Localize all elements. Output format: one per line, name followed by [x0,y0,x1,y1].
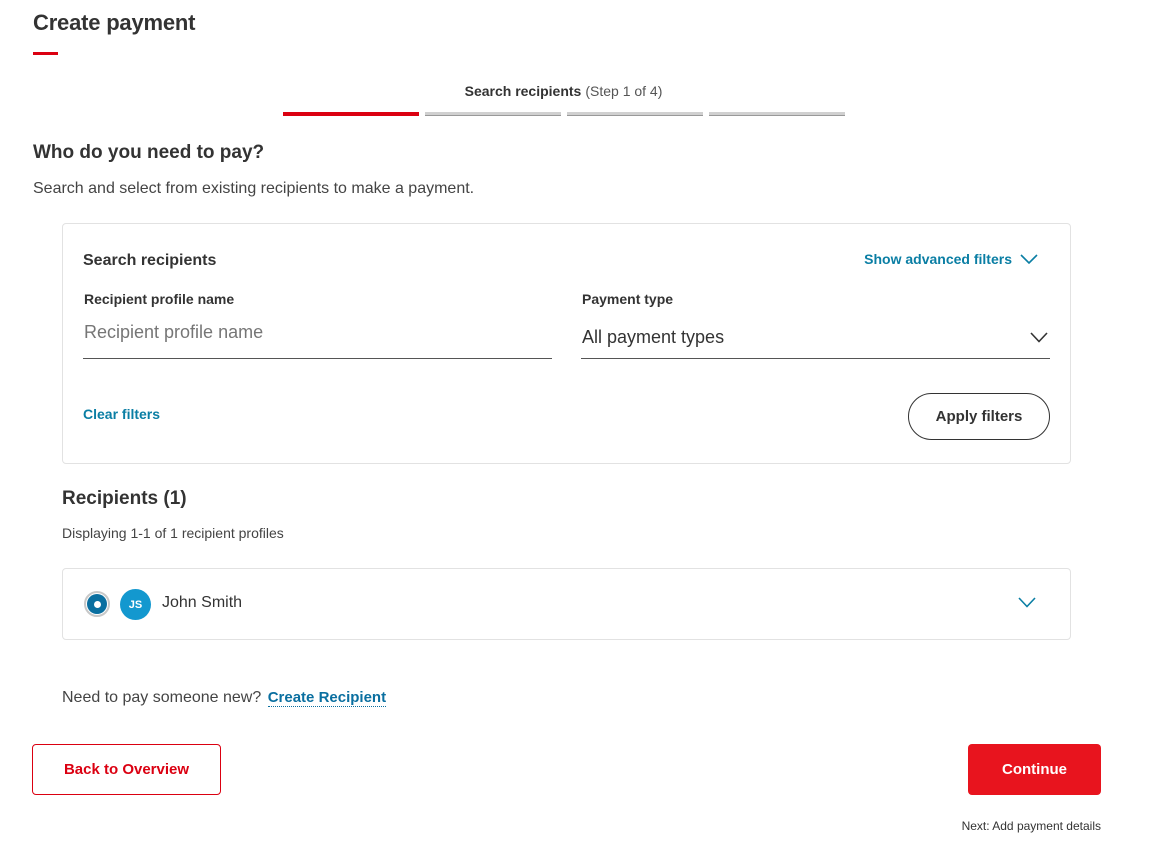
pay-new-text: Need to pay someone new? [62,689,262,706]
recipients-heading: Recipients (1) [62,488,187,509]
search-filter-card: Search recipients Show advanced filters … [62,223,1071,464]
pay-new-prompt: Need to pay someone new? Create Recipien… [62,689,387,707]
recipient-name-label: Recipient profile name [84,291,235,307]
next-step-hint: Next: Add payment details [961,819,1101,833]
continue-button[interactable]: Continue [968,744,1101,795]
payment-type-value: All payment types [582,326,725,347]
page-title: Create payment [33,10,196,35]
recipient-name-input[interactable] [83,316,552,359]
back-to-overview-button[interactable]: Back to Overview [32,744,221,795]
stepper-segment-2 [425,112,561,116]
avatar: JS [120,589,151,620]
radio-dot [93,600,101,608]
chevron-down-icon[interactable] [1018,597,1036,608]
recipients-count-text: Displaying 1-1 of 1 recipient profiles [62,525,284,541]
section-heading: Who do you need to pay? [33,142,265,163]
show-advanced-filters-link[interactable]: Show advanced filters [864,251,1038,267]
recipient-name: John Smith [162,594,243,611]
stepper-segment-3 [567,112,703,116]
title-underline [33,52,58,55]
radio-selected-indicator [87,594,107,614]
stepper-progress [283,112,845,116]
step-count: (Step 1 of 4) [585,83,663,99]
create-recipient-link[interactable]: Create Recipient [267,689,387,707]
clear-filters-link[interactable]: Clear filters [83,406,160,422]
chevron-down-icon [1020,254,1038,264]
stepper-segment-4 [709,112,845,116]
stepper-label: Search recipients (Step 1 of 4) [283,83,844,99]
stepper-segment-1 [283,112,419,116]
current-step-name: Search recipients [464,83,582,99]
apply-filters-button[interactable]: Apply filters [908,393,1050,440]
recipient-radio[interactable] [84,591,110,617]
filter-card-title: Search recipients [83,252,217,269]
payment-type-select[interactable]: All payment types [581,316,1050,359]
recipient-list-item[interactable]: JS John Smith [62,568,1071,640]
section-subtext: Search and select from existing recipien… [33,180,475,197]
advanced-filters-label: Show advanced filters [864,251,1012,267]
payment-type-label: Payment type [582,291,674,307]
chevron-down-icon [1030,331,1048,343]
